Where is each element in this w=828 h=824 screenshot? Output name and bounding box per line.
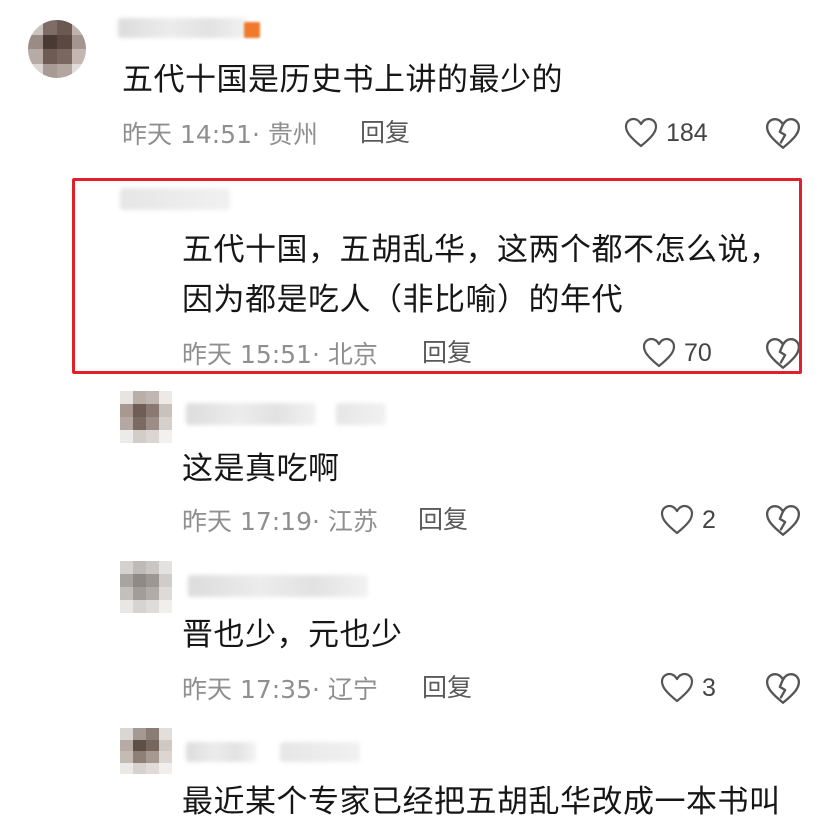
comment-meta: 昨天 14:51 · 贵州 bbox=[122, 116, 318, 150]
comment-text: 五代十国是历史书上讲的最少的 bbox=[122, 62, 563, 98]
comment-location: · 贵州 bbox=[252, 120, 318, 149]
heart-outline-icon bbox=[642, 337, 676, 368]
broken-heart-icon[interactable] bbox=[765, 116, 801, 152]
reply-item: 这是真吃啊 昨天 17:19 · 江苏 回复 2 bbox=[0, 385, 828, 550]
comment-meta: 昨天 15:51 · 北京 bbox=[182, 336, 378, 370]
comment-location: · 江苏 bbox=[312, 507, 378, 536]
avatar[interactable] bbox=[120, 391, 172, 443]
like-count: 184 bbox=[666, 118, 708, 147]
comment-text: 最近某个专家已经把五胡乱华改成一本书叫 bbox=[182, 784, 781, 820]
like-button[interactable]: 2 bbox=[660, 500, 716, 540]
avatar[interactable] bbox=[28, 20, 86, 78]
comment-meta: 昨天 17:35 · 辽宁 bbox=[182, 671, 378, 705]
like-count: 70 bbox=[684, 338, 712, 367]
comment-text-line-2: 因为都是吃人（非比喻）的年代 bbox=[182, 282, 623, 318]
reply-button[interactable]: 回复 bbox=[422, 671, 472, 705]
username-blurred[interactable] bbox=[186, 403, 316, 425]
comment-location: · 辽宁 bbox=[312, 675, 378, 704]
username-blurred[interactable] bbox=[188, 575, 368, 597]
comment-time: 昨天 17:19 bbox=[182, 507, 312, 536]
avatar[interactable] bbox=[120, 728, 172, 774]
comment-time: 昨天 17:35 bbox=[182, 675, 312, 704]
comment-time: 昨天 14:51 bbox=[122, 120, 252, 149]
like-count: 3 bbox=[702, 673, 716, 702]
username-blurred[interactable] bbox=[186, 742, 256, 762]
reply-button[interactable]: 回复 bbox=[422, 336, 472, 370]
reply-item: 五代十国，五胡乱华，这两个都不怎么说， 因为都是吃人（非比喻）的年代 昨天 15… bbox=[0, 170, 828, 375]
like-count: 2 bbox=[702, 505, 716, 534]
reply-button[interactable]: 回复 bbox=[418, 503, 468, 537]
comment-text: 这是真吃啊 bbox=[182, 451, 340, 487]
username-blurred[interactable] bbox=[120, 188, 230, 210]
reply-button[interactable]: 回复 bbox=[360, 116, 410, 150]
reply-item: 最近某个专家已经把五胡乱华改成一本书叫 bbox=[0, 728, 828, 820]
like-button[interactable]: 70 bbox=[642, 333, 712, 373]
heart-outline-icon bbox=[660, 504, 694, 535]
username-blurred-suffix bbox=[336, 403, 386, 425]
like-button[interactable]: 3 bbox=[660, 668, 716, 708]
heart-outline-icon bbox=[624, 117, 658, 148]
comment-text: 晋也少，元也少 bbox=[182, 617, 403, 653]
username-blurred-suffix bbox=[280, 742, 360, 762]
reply-item: 晋也少，元也少 昨天 17:35 · 辽宁 回复 3 bbox=[0, 555, 828, 720]
like-button[interactable]: 184 bbox=[624, 113, 708, 153]
avatar[interactable] bbox=[120, 561, 172, 613]
username-badge bbox=[244, 22, 260, 38]
username-blurred[interactable] bbox=[118, 18, 248, 38]
broken-heart-icon[interactable] bbox=[765, 336, 801, 372]
comment-text-line-1: 五代十国，五胡乱华，这两个都不怎么说， bbox=[182, 232, 781, 268]
broken-heart-icon[interactable] bbox=[765, 671, 801, 707]
comment-time: 昨天 15:51 bbox=[182, 340, 312, 369]
comment-location: · 北京 bbox=[312, 340, 378, 369]
broken-heart-icon[interactable] bbox=[765, 503, 801, 539]
comment-item: 五代十国是历史书上讲的最少的 昨天 14:51 · 贵州 回复 184 bbox=[0, 0, 828, 170]
comment-meta: 昨天 17:19 · 江苏 bbox=[182, 503, 378, 537]
heart-outline-icon bbox=[660, 672, 694, 703]
